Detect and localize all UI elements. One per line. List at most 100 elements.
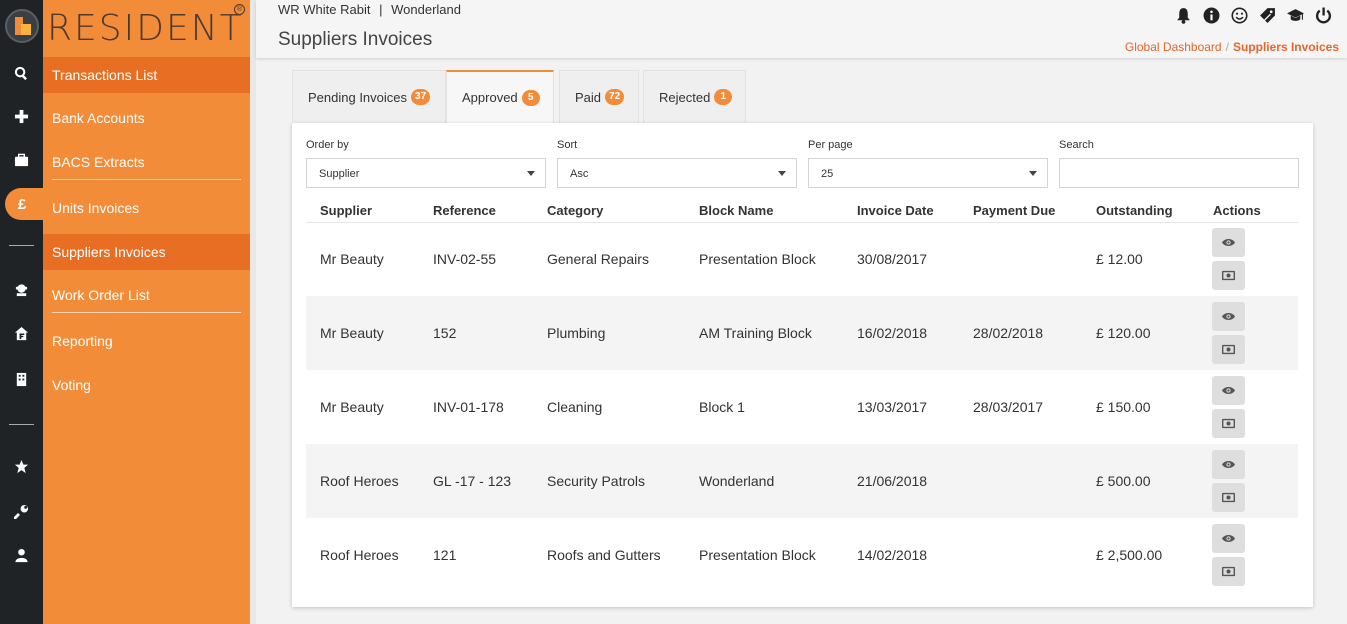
tab-label: Rejected xyxy=(659,89,711,105)
invoices-panel: Order by Supplier Sort Asc Per page 25 S… xyxy=(292,123,1313,607)
view-button[interactable] xyxy=(1212,376,1245,405)
graduation-icon[interactable] xyxy=(1286,6,1305,25)
registered-mark: ® xyxy=(234,4,245,15)
rail-divider xyxy=(9,424,34,425)
view-button[interactable] xyxy=(1212,228,1245,257)
breadcrumb-separator: / xyxy=(1225,40,1229,54)
breadcrumb-home-link[interactable]: Global Dashboard xyxy=(1125,40,1222,54)
sidebar-item-reporting[interactable]: Reporting xyxy=(43,323,250,359)
cell-outstanding: £ 150.00 xyxy=(1096,399,1151,415)
plus-icon[interactable] xyxy=(0,101,43,131)
column-block-name[interactable]: Block Name xyxy=(699,203,773,218)
cell-invoice-date: 21/06/2018 xyxy=(857,473,928,489)
breadcrumb: Global Dashboard / Suppliers Invoices xyxy=(1125,40,1339,54)
pay-button[interactable] xyxy=(1212,557,1245,586)
count-badge: 5 xyxy=(521,89,540,106)
search-input[interactable] xyxy=(1059,158,1299,188)
table-row: Roof Heroes GL -17 - 123 Security Patrol… xyxy=(306,444,1298,518)
power-icon[interactable] xyxy=(1314,6,1333,25)
column-payment-due[interactable]: Payment Due xyxy=(973,203,1055,218)
search-icon[interactable] xyxy=(0,58,43,88)
cell-block-name: Presentation Block xyxy=(699,251,816,267)
bell-icon[interactable] xyxy=(1174,6,1193,25)
cell-reference: GL -17 - 123 xyxy=(433,473,512,489)
tab-approved[interactable]: Approved 5 xyxy=(446,70,554,123)
cell-reference: 152 xyxy=(433,325,457,341)
cell-invoice-date: 13/03/2017 xyxy=(857,399,928,415)
table-row: Mr Beauty 152 Plumbing AM Training Block… xyxy=(306,296,1298,370)
tab-paid[interactable]: Paid 72 xyxy=(559,70,639,123)
sidebar-item-bacs-extracts[interactable]: BACS Extracts xyxy=(43,144,250,180)
agent-icon[interactable] xyxy=(0,274,43,304)
money-icon xyxy=(1222,566,1235,577)
search-label: Search xyxy=(1059,139,1094,151)
pound-icon[interactable]: £ xyxy=(5,188,43,220)
header-icons xyxy=(1174,6,1333,25)
cell-outstanding: £ 500.00 xyxy=(1096,473,1151,489)
count-badge: 37 xyxy=(411,89,431,105)
column-category[interactable]: Category xyxy=(547,203,603,218)
organisation-label: WR White Rabit | Wonderland xyxy=(278,2,461,17)
cell-reference: INV-01-178 xyxy=(433,399,504,415)
view-button[interactable] xyxy=(1212,524,1245,553)
pay-button[interactable] xyxy=(1212,335,1245,364)
money-icon xyxy=(1222,344,1235,355)
sidebar-item-suppliers-invoices[interactable]: Suppliers Invoices xyxy=(43,234,250,270)
order-by-select[interactable]: Supplier xyxy=(306,158,546,188)
org-name: Wonderland xyxy=(391,2,461,17)
tag-icon[interactable] xyxy=(1258,6,1277,25)
eye-icon xyxy=(1222,239,1235,246)
count-badge: 72 xyxy=(605,89,625,105)
briefcase-icon[interactable] xyxy=(0,145,43,175)
pay-button[interactable] xyxy=(1212,483,1245,512)
count-badge: 1 xyxy=(714,89,733,105)
caret-down-icon xyxy=(527,171,535,176)
pay-button[interactable] xyxy=(1212,409,1245,438)
per-page-select[interactable]: 25 xyxy=(808,158,1048,188)
info-icon[interactable] xyxy=(1202,6,1221,25)
smile-icon[interactable] xyxy=(1230,6,1249,25)
table-row: Roof Heroes 121 Roofs and Gutters Presen… xyxy=(306,518,1298,592)
money-icon xyxy=(1222,418,1235,429)
column-actions: Actions xyxy=(1213,203,1261,218)
wrench-icon[interactable] xyxy=(0,496,43,526)
view-button[interactable] xyxy=(1212,302,1245,331)
cell-invoice-date: 16/02/2018 xyxy=(857,325,928,341)
cell-reference: INV-02-55 xyxy=(433,251,497,267)
cell-block-name: Presentation Block xyxy=(699,547,816,563)
sidebar-item-units-invoices[interactable]: Units Invoices xyxy=(43,190,250,226)
sidebar-item-bank-accounts[interactable]: Bank Accounts xyxy=(43,100,250,136)
user-icon[interactable] xyxy=(0,540,43,570)
cell-outstanding: £ 2,500.00 xyxy=(1096,547,1163,563)
logo-icon[interactable] xyxy=(5,9,39,43)
building-icon[interactable] xyxy=(0,364,43,394)
cell-category: General Repairs xyxy=(547,251,649,267)
sidebar-item-work-order-list[interactable]: Work Order List xyxy=(43,277,250,313)
brand-logo: RESIDENT xyxy=(47,8,244,49)
sort-select[interactable]: Asc xyxy=(557,158,797,188)
money-icon xyxy=(1222,270,1235,281)
sidebar-item-voting[interactable]: Voting xyxy=(43,367,250,403)
cell-invoice-date: 14/02/2018 xyxy=(857,547,928,563)
column-reference[interactable]: Reference xyxy=(433,203,496,218)
breadcrumb-current: Suppliers Invoices xyxy=(1232,40,1339,54)
per-page-label: Per page xyxy=(808,139,853,151)
page-title: Suppliers Invoices xyxy=(278,29,433,50)
org-code: WR White Rabit xyxy=(278,2,371,17)
star-icon[interactable] xyxy=(0,451,43,481)
pay-button[interactable] xyxy=(1212,261,1245,290)
per-page-value: 25 xyxy=(821,168,834,180)
column-outstanding[interactable]: Outstanding xyxy=(1096,203,1173,218)
cell-outstanding: £ 12.00 xyxy=(1096,251,1143,267)
column-supplier[interactable]: Supplier xyxy=(320,203,372,218)
view-button[interactable] xyxy=(1212,450,1245,479)
sort-value: Asc xyxy=(570,168,589,180)
column-invoice-date[interactable]: Invoice Date xyxy=(857,203,934,218)
house-f-icon[interactable] xyxy=(0,318,43,348)
tab-pending-invoices[interactable]: Pending Invoices 37 xyxy=(292,70,446,123)
tab-rejected[interactable]: Rejected 1 xyxy=(643,70,746,123)
caret-down-icon xyxy=(1029,171,1037,176)
cell-category: Security Patrols xyxy=(547,473,646,489)
sidebar-item-transactions-list[interactable]: Transactions List xyxy=(43,57,250,93)
org-separator: | xyxy=(379,2,383,17)
